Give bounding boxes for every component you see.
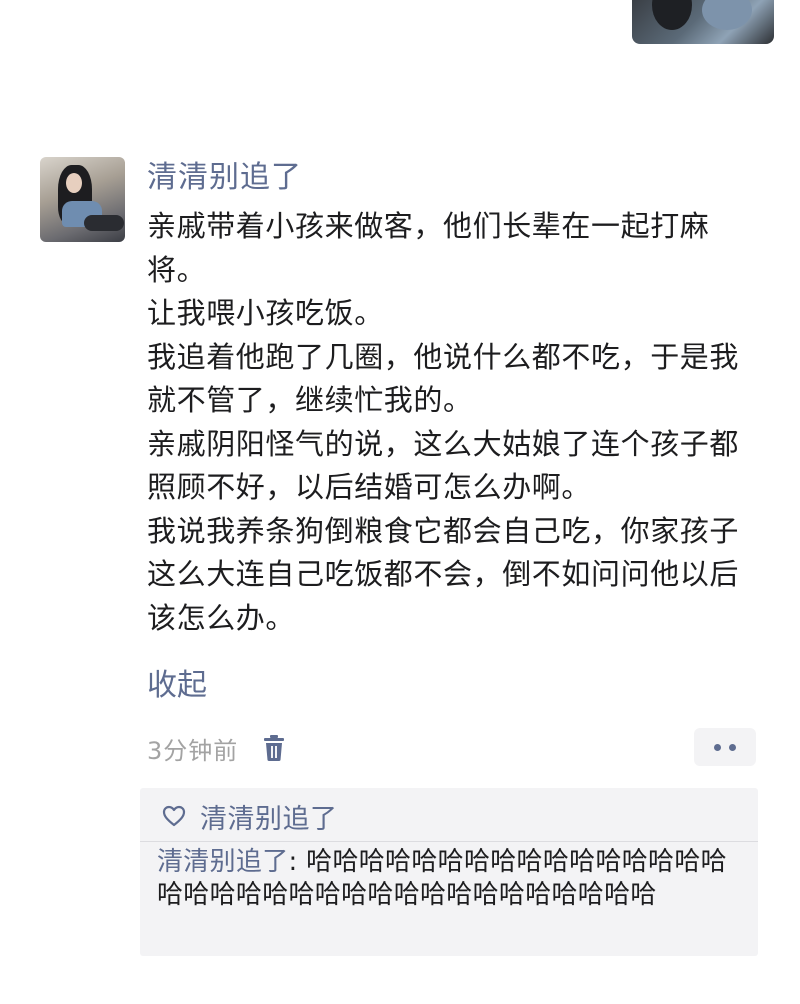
more-options-button[interactable] — [694, 728, 756, 766]
post-meta-row: 3分钟前 — [147, 728, 286, 768]
heart-outline-icon — [162, 805, 186, 827]
comment-item[interactable]: 清清别追了: 哈哈哈哈哈哈哈哈哈哈哈哈哈哈哈哈哈哈哈哈哈哈哈哈哈哈哈哈哈哈哈哈哈… — [157, 846, 753, 912]
divider — [140, 841, 758, 842]
photo-figure — [652, 0, 692, 30]
post-paragraph: 我说我养条狗倒粮食它都会自己吃，你家孩子这么大连自己吃饭都不会，倒不如问问他以后… — [147, 513, 740, 635]
post-paragraph: 让我喂小孩吃饭。 — [147, 296, 384, 330]
more-dots-icon — [714, 743, 721, 751]
post-paragraph: 亲戚带着小孩来做客，他们长辈在一起打麻将。 — [147, 209, 710, 287]
post-paragraph: 我追着他跑了几圈，他说什么都不吃，于是我就不管了，继续忙我的。 — [147, 339, 740, 418]
likes-comments-panel: 清清别追了 清清别追了: 哈哈哈哈哈哈哈哈哈哈哈哈哈哈哈哈哈哈哈哈哈哈哈哈哈哈哈… — [140, 788, 758, 956]
post-username[interactable]: 清清别追了 — [147, 158, 302, 198]
comment-separator: : — [288, 847, 307, 877]
likes-row: 清清别追了 — [162, 796, 338, 836]
photo-figure-top — [702, 0, 752, 30]
comment-author[interactable]: 清清别追了 — [157, 847, 289, 877]
post-timestamp: 3分钟前 — [147, 736, 239, 765]
like-user-name[interactable]: 清清别追了 — [200, 797, 338, 836]
post-paragraph: 亲戚阴阳怪气的说，这么大姑娘了连个孩子都照顾不好，以后结婚可怎么办啊。 — [147, 426, 740, 505]
post-text: 亲戚带着小孩来做客，他们长辈在一起打麻将。 让我喂小孩吃饭。 我追着他跑了几圈，… — [147, 205, 757, 640]
post-image-thumbnail[interactable] — [632, 0, 774, 44]
trash-icon[interactable] — [262, 734, 286, 762]
avatar[interactable] — [40, 157, 125, 242]
collapse-link[interactable]: 收起 — [147, 664, 207, 708]
